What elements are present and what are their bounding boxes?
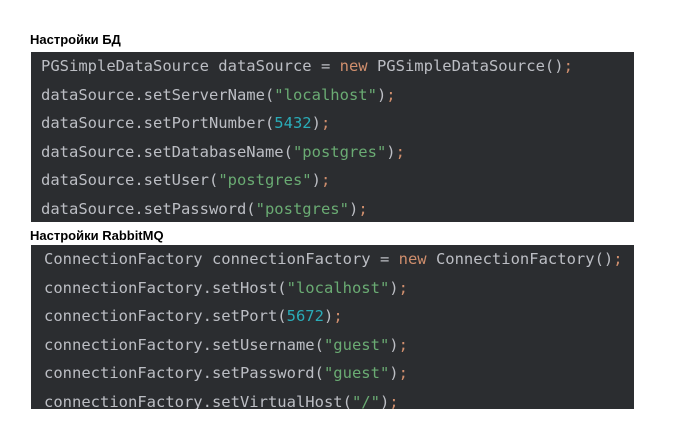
semicolon-token: ; [320,114,331,133]
rabbitmq-code-block: ConnectionFactory connectionFactory = ne… [31,245,634,409]
code-token: ) [323,307,334,326]
code-token: dataSource.setPassword( [41,199,256,218]
code-token: connectionFactory.setPort( [44,307,287,326]
code-token: ) [376,85,387,104]
code-token: PGSimpleDataSource dataSource = [41,57,340,75]
code-token: ) [379,392,390,409]
string-token: "localhost" [274,85,377,104]
code-token: ConnectionFactory() [426,250,614,268]
code-line: connectionFactory.setPassword("guest"); [44,359,634,388]
code-token: ) [389,335,399,354]
code-token: PGSimpleDataSource() [367,57,564,75]
code-token: dataSource.setDatabaseName( [41,142,293,161]
semicolon-token: ; [395,142,405,161]
string-token: "postgres" [255,199,349,218]
semicolon-token: ; [398,364,408,383]
keyword-token: new [398,250,427,268]
code-token: ) [311,171,321,190]
code-line: dataSource.setPortNumber(5432); [41,109,634,138]
string-token: "guest" [323,335,390,354]
string-token: "postgres" [218,171,312,190]
code-token: ) [311,114,321,133]
code-token: ConnectionFactory connectionFactory = [44,250,399,268]
semicolon-token: ; [320,171,331,190]
semicolon-token: ; [398,278,408,297]
code-token: ) [386,142,396,161]
db-settings-heading: Настройки БД [30,32,121,47]
code-token: connectionFactory.setVirtualHost( [44,392,352,409]
code-token: ) [389,364,399,383]
string-token: "guest" [323,364,390,383]
code-token: dataSource.setServerName( [41,85,275,104]
code-line: dataSource.setUser("postgres"); [41,166,634,195]
code-line: ConnectionFactory connectionFactory = ne… [44,245,634,274]
code-token: ) [348,199,359,218]
semicolon-token: ; [358,199,368,218]
semicolon-token: ; [386,85,396,104]
semicolon-token: ; [613,250,623,268]
code-token: dataSource.setUser( [41,171,219,190]
semicolon-token: ; [333,307,343,326]
keyword-token: new [339,57,368,75]
code-line: connectionFactory.setHost("localhost"); [44,274,634,303]
code-line: PGSimpleDataSource dataSource = new PGSi… [41,52,634,81]
semicolon-token: ; [389,392,399,409]
string-token: "postgres" [292,142,387,161]
code-token: connectionFactory.setUsername( [44,335,324,354]
code-line: dataSource.setPassword("postgres"); [41,195,634,222]
code-token: ) [389,278,399,297]
db-code-block: PGSimpleDataSource dataSource = new PGSi… [31,52,634,222]
code-line: dataSource.setDatabaseName("postgres"); [41,138,634,167]
semicolon-token: ; [398,335,408,354]
code-line: connectionFactory.setVirtualHost("/"); [44,388,634,409]
number-token: 5672 [286,307,324,326]
string-token: "/" [351,392,380,409]
code-line: connectionFactory.setUsername("guest"); [44,331,634,360]
code-token: connectionFactory.setPassword( [44,364,324,383]
semicolon-token: ; [563,57,573,75]
string-token: "localhost" [286,278,390,297]
number-token: 5432 [274,114,312,133]
code-token: connectionFactory.setHost( [44,278,287,297]
code-token: dataSource.setPortNumber( [41,114,275,133]
code-line: dataSource.setServerName("localhost"); [41,81,634,110]
code-line: connectionFactory.setPort(5672); [44,302,634,331]
rabbitmq-settings-heading: Настройки RabbitMQ [30,228,164,243]
